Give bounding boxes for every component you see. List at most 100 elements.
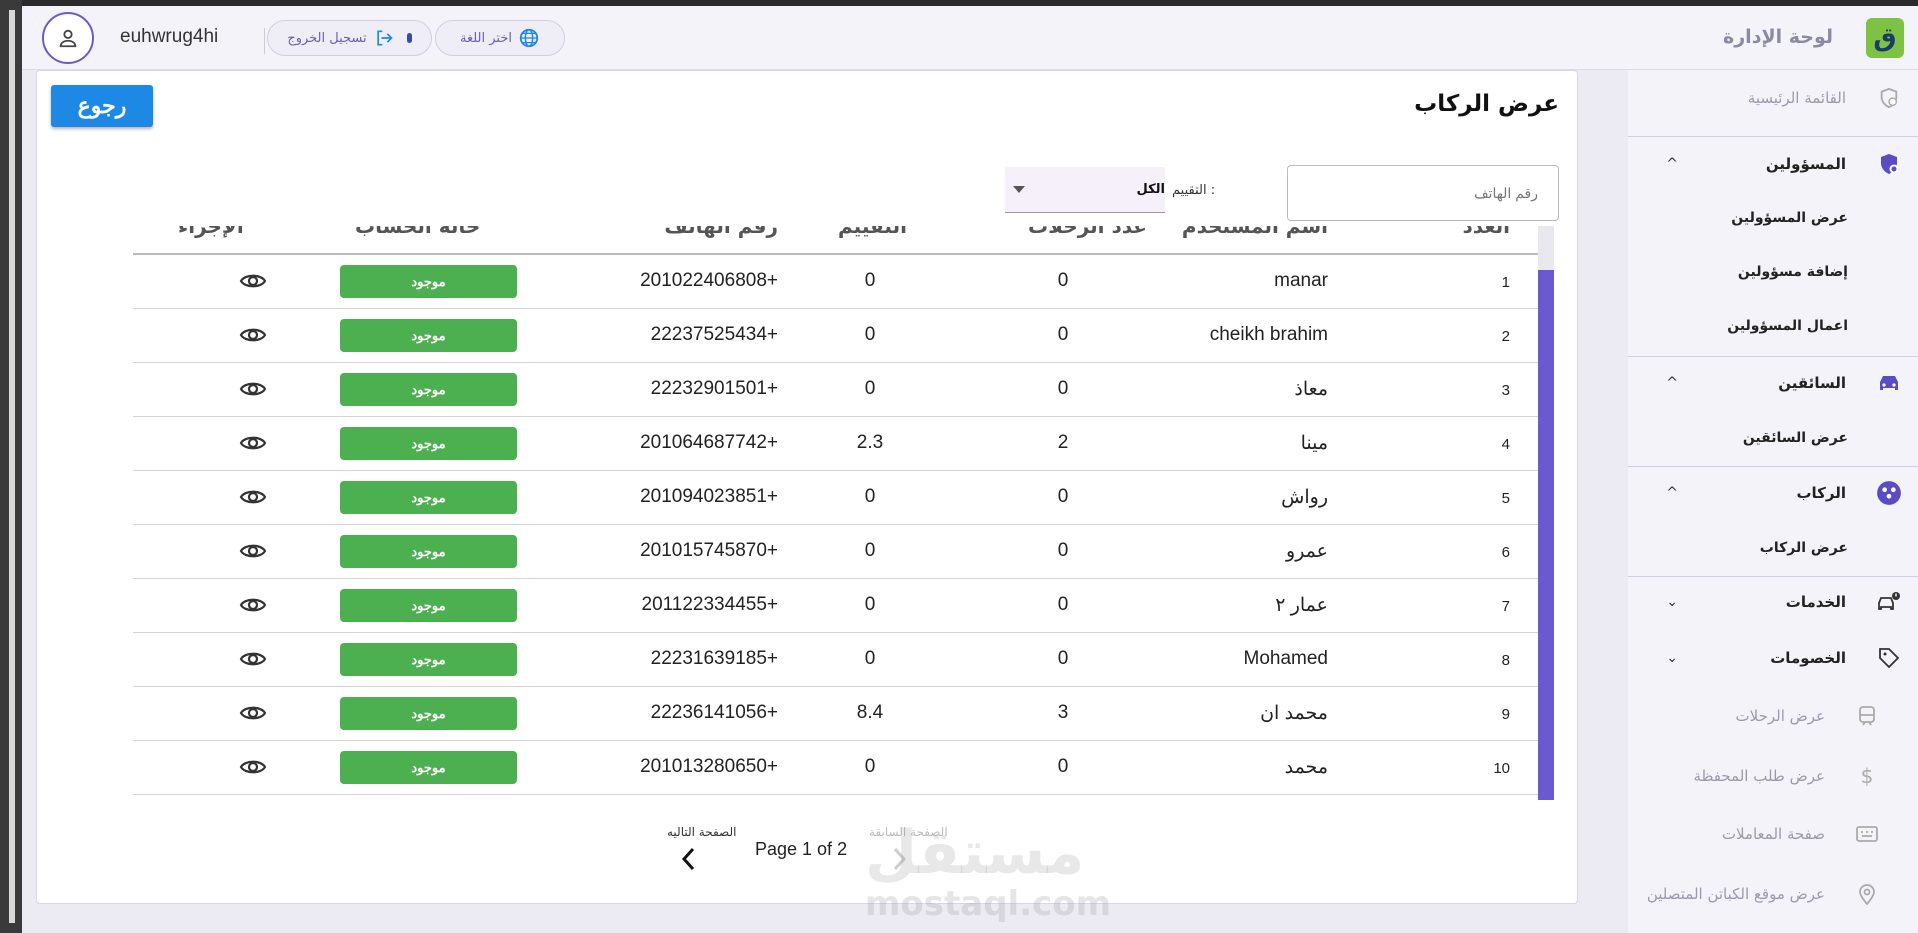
keyboard-icon [1854,821,1880,847]
table-row: 1 manar 0 0 201022406808+ موجود [133,255,1538,309]
cell-phone: 22237525434+ [650,324,778,345]
view-eye-icon[interactable] [239,594,267,616]
app-logo[interactable]: ق [1866,18,1904,58]
sidebar-item-add-admin[interactable]: إضافة مسؤولين [1738,264,1848,280]
table-scrollbar-thumb[interactable] [1538,270,1554,800]
column-header-status: حالة الحساب [355,226,481,238]
user-avatar[interactable] [42,12,94,64]
page-indicator: Page 1 of 2 [755,839,848,859]
cell-phone: 22231639185+ [650,648,778,669]
sidebar-item-view-drivers[interactable]: عرض السائقين [1743,430,1848,446]
phone-search-input[interactable] [1287,165,1559,221]
cell-rating: 0 [864,378,876,399]
cell-index: 9 [1501,706,1510,723]
view-eye-icon[interactable] [239,378,267,400]
cell-phone: 22232901501+ [650,378,778,399]
status-badge: موجود [340,481,517,514]
cell-rating: 8.4 [856,702,884,723]
sidebar-item-riders[interactable]: الركاب ^ [1628,473,1918,513]
view-eye-icon[interactable] [239,756,267,778]
sidebar-label-discounts: الخصومات [1770,649,1846,667]
sidebar-label-drivers: السائقين [1778,374,1846,392]
cell-username: عمار ٢ [1275,595,1328,616]
view-eye-icon[interactable] [239,540,267,562]
cell-username: محمد [1284,757,1328,778]
cell-index: 2 [1501,328,1510,345]
car-alert-icon [1876,589,1902,615]
sidebar-label-services: الخدمات [1785,593,1846,611]
chevron-left-icon[interactable] [677,844,701,874]
table-row: 2 cheikh brahim 0 0 22237525434+ موجود [133,309,1538,363]
sidebar-item-view-admins[interactable]: عرض المسؤولين [1731,210,1848,226]
cell-phone: 201064687742+ [640,432,778,453]
rating-filter-value: الكل [1136,182,1165,197]
view-eye-icon[interactable] [239,432,267,454]
cell-rating: 0 [864,756,876,777]
sidebar-item-captains-location[interactable]: عرض موقع الكباتن المتصلين [1628,874,1918,914]
chevron-down-icon: ⌄ [1666,594,1678,610]
rating-filter-label: التقييم : [1172,183,1216,198]
cell-index: 1 [1501,274,1510,291]
chevron-up-icon: ^ [1666,156,1678,172]
cell-index: 7 [1501,598,1510,615]
cell-phone: 201015745870+ [640,540,778,561]
train-icon [1854,703,1880,729]
view-eye-icon[interactable] [239,324,267,346]
sidebar-label-riders: الركاب [1796,484,1846,502]
sidebar-item-admins[interactable]: المسؤولين ^ [1628,144,1918,184]
pagination: الصفحة التاليه Page 1 of 2 الصفحة السابق… [37,819,1579,879]
cell-username: معاذ [1294,379,1328,400]
sidebar-item-view-riders[interactable]: عرض الركاب [1760,540,1848,556]
view-eye-icon[interactable] [239,486,267,508]
view-eye-icon[interactable] [239,648,267,670]
watermark: مستقل [865,818,1085,888]
view-eye-icon[interactable] [239,270,267,292]
window-left-edge [0,0,22,933]
cell-trips: 0 [1057,648,1069,669]
cell-index: 8 [1501,652,1510,669]
language-button[interactable]: اختر اللغة [435,20,565,56]
cell-rating: 0 [864,594,876,615]
logout-button[interactable]: تسجيل الخروج [267,20,432,56]
table-row: 3 معاذ 0 0 22232901501+ موجود [133,363,1538,417]
cell-trips: 0 [1057,594,1069,615]
caret-down-icon [1013,186,1025,193]
cell-phone: 22236141056+ [650,702,778,723]
back-button[interactable]: رجوع [51,85,153,127]
cell-trips: 3 [1057,702,1069,723]
column-header-trips: عدد الرحلات [1028,226,1147,238]
rating-filter-select[interactable]: الكل [1005,167,1165,213]
view-eye-icon[interactable] [239,702,267,724]
column-header-count: العدد [1462,226,1510,238]
cell-username: Mohamed [1243,648,1329,669]
table-row: 6 عمرو 0 0 201015745870+ موجود [133,525,1538,579]
cell-rating: 2.3 [856,432,884,453]
sidebar-item-discounts[interactable]: الخصومات ⌄ [1628,638,1918,678]
cell-rating: 0 [864,648,876,669]
cell-phone: 201022406808+ [640,270,778,291]
status-badge: موجود [340,697,517,730]
sidebar-item-services[interactable]: الخدمات ⌄ [1628,582,1918,622]
group-icon [1876,480,1902,506]
status-badge: موجود [340,751,517,784]
table-row: 7 عمار ٢ 0 0 201122334455+ موجود [133,579,1538,633]
page-title: عرض الركاب [1414,91,1559,117]
column-header-action: الإجراء [178,226,244,238]
sidebar-item-wallet[interactable]: $ عرض طلب المحفظة [1628,756,1918,796]
cell-rating: 0 [864,270,876,291]
sidebar-item-drivers[interactable]: السائقين ^ [1628,363,1918,403]
tag-icon [1876,645,1902,671]
cell-rating: 0 [864,540,876,561]
sidebar-label-captains-location: عرض موقع الكباتن المتصلين [1646,885,1825,903]
sidebar-item-trips[interactable]: عرض الرحلات [1628,696,1918,736]
next-page-label: الصفحة التاليه [667,825,737,839]
sidebar-item-transactions[interactable]: صفحة المعاملات [1628,814,1918,854]
sidebar-divider [1628,136,1918,137]
column-header-username: اسم المستخدم [1181,226,1328,238]
watermark-url: mostaql.com [865,884,1112,924]
sidebar-item-home[interactable]: القائمة الرئيسية [1628,78,1918,118]
admin-shield-icon [1876,151,1902,177]
sidebar-item-admin-actions[interactable]: اعمال المسؤولين [1727,318,1848,334]
table-row: 10 محمد 0 0 201013280650+ موجود [133,741,1538,795]
car-icon [1876,370,1902,396]
